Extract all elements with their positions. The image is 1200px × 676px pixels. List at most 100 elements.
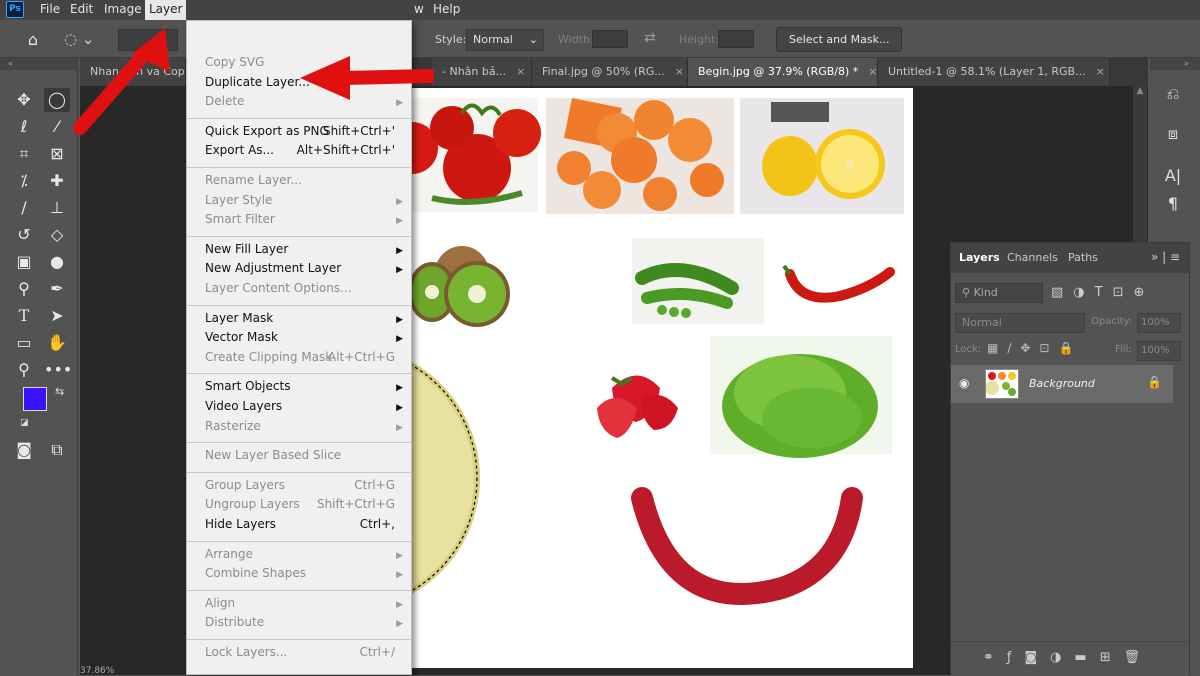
- select-and-mask-button[interactable]: Select and Mask...: [776, 27, 903, 52]
- menu-item-smart-filter[interactable]: Smart Filter ▶: [205, 212, 405, 230]
- menu-window-partial[interactable]: w: [414, 2, 424, 16]
- menu-item-group-layers[interactable]: Group Layers Ctrl+G: [205, 478, 405, 496]
- paragraph-icon[interactable]: ¶: [1156, 190, 1190, 218]
- menu-item-export-as[interactable]: Export As... Alt+Shift+Ctrl+': [205, 143, 405, 161]
- style-label: Style:: [435, 33, 467, 46]
- menu-item-new-layer-based-slice[interactable]: New Layer Based Slice: [205, 448, 405, 466]
- annotation-arrow-duplicate: [300, 56, 434, 100]
- visibility-eye-icon[interactable]: ◉: [959, 376, 969, 390]
- tab-begin[interactable]: Begin.jpg @ 37.9% (RGB/8) * ×: [688, 58, 878, 86]
- menu-item-combine-shapes[interactable]: Combine Shapes ▶: [205, 566, 405, 584]
- menu-image[interactable]: Image: [104, 2, 142, 16]
- fill-input[interactable]: 100%: [1137, 341, 1181, 361]
- menu-separator: [187, 304, 411, 306]
- lock-icons[interactable]: ▦∕✥⊡🔒: [987, 341, 1082, 355]
- menu-item-label: New Adjustment Layer: [205, 261, 342, 276]
- menu-item-align[interactable]: Align ▶: [205, 596, 405, 614]
- height-input[interactable]: [718, 30, 754, 48]
- close-icon[interactable]: ×: [516, 65, 525, 78]
- menu-item-layer-style[interactable]: Layer Style ▶: [205, 193, 405, 211]
- character-panel-icon[interactable]: A|: [1156, 162, 1190, 190]
- tab-channels[interactable]: Channels: [1007, 251, 1058, 264]
- collapse-icon[interactable]: «: [0, 58, 77, 70]
- swap-colors-icon[interactable]: ⇆: [55, 385, 64, 398]
- rectangle-icon[interactable]: ▭: [11, 331, 37, 355]
- layer-row-background[interactable]: ◉ Background 🔒: [951, 365, 1173, 403]
- zoom-icon[interactable]: ⚲: [11, 358, 37, 382]
- history-brush-icon[interactable]: ↺: [11, 223, 37, 247]
- layer-action-icons[interactable]: ⚭ƒ◙◑▬⊞🗑: [983, 650, 1153, 665]
- dodge-icon[interactable]: ⚲: [11, 277, 37, 301]
- healing-brush-icon[interactable]: ✚: [44, 169, 70, 193]
- menu-item-label: Layer Mask: [205, 310, 274, 325]
- opacity-input[interactable]: 100%: [1137, 313, 1181, 333]
- tab-final[interactable]: Final.jpg @ 50% (RG... ×: [532, 58, 688, 86]
- menu-file[interactable]: File: [40, 2, 60, 16]
- magic-wand-icon[interactable]: ⁄: [44, 115, 70, 139]
- tab-paths[interactable]: Paths: [1068, 251, 1098, 264]
- menu-item-label: Smart Filter: [205, 212, 275, 227]
- path-selection-icon[interactable]: ➤: [44, 304, 70, 328]
- gradient-icon[interactable]: ▣: [11, 250, 37, 274]
- menu-help[interactable]: Help: [433, 2, 460, 16]
- menu-item-ungroup-layers[interactable]: Ungroup Layers Shift+Ctrl+G: [205, 497, 405, 515]
- submenu-arrow-icon: ▶: [396, 570, 403, 581]
- foreground-color-swatch[interactable]: [23, 387, 47, 411]
- default-colors-icon[interactable]: ◪: [20, 418, 29, 428]
- pen-icon[interactable]: ✒: [44, 277, 70, 301]
- filter-icons[interactable]: ▧◑T⊡⊕: [1051, 285, 1154, 300]
- close-icon[interactable]: ×: [675, 65, 684, 78]
- tab-untitled[interactable]: Untitled-1 @ 58.1% (Layer 1, RGB... ×: [878, 58, 1110, 86]
- more-tools-icon[interactable]: •••: [44, 358, 72, 382]
- menu-item-create-clipping-mask[interactable]: Create Clipping Mask Alt+Ctrl+G: [205, 350, 405, 368]
- menu-item-arrange[interactable]: Arrange ▶: [205, 547, 405, 565]
- libraries-icon[interactable]: ⧈: [1156, 120, 1190, 148]
- history-panel-icon[interactable]: ⎌: [1156, 80, 1190, 108]
- menu-item-rasterize[interactable]: Rasterize ▶: [205, 419, 405, 437]
- menu-item-rename-layer[interactable]: Rename Layer...: [205, 173, 405, 191]
- eyedropper-icon[interactable]: ⁒: [11, 169, 37, 193]
- blur-icon[interactable]: ●: [44, 250, 70, 274]
- type-icon[interactable]: T: [11, 304, 37, 328]
- elliptical-marquee-icon[interactable]: ◯: [44, 88, 70, 112]
- blend-mode-select[interactable]: Normal: [955, 313, 1085, 333]
- menu-separator: [187, 167, 411, 168]
- move-tool-icon[interactable]: ✥: [11, 88, 37, 112]
- width-input[interactable]: [592, 30, 628, 48]
- quick-mask-icon[interactable]: ◙: [11, 438, 37, 462]
- menu-item-vector-mask[interactable]: Vector Mask ▶: [205, 330, 405, 348]
- lasso-icon[interactable]: ℓ: [11, 115, 37, 139]
- hand-icon[interactable]: ✋: [44, 331, 70, 355]
- filter-kind-select[interactable]: ⚲ Kind: [955, 283, 1043, 303]
- screen-mode-icon[interactable]: ⧉: [44, 438, 70, 462]
- close-icon[interactable]: ×: [868, 65, 877, 78]
- tab-layers[interactable]: Layers: [959, 251, 1000, 264]
- menu-item-shortcut: Ctrl+,: [359, 517, 395, 531]
- close-icon[interactable]: ×: [1096, 65, 1105, 78]
- style-select[interactable]: Normal ⌄: [466, 29, 544, 51]
- menu-item-distribute[interactable]: Distribute ▶: [205, 615, 405, 633]
- menu-item-layer-mask[interactable]: Layer Mask ▶: [205, 311, 405, 329]
- menu-item-smart-objects[interactable]: Smart Objects ▶: [205, 379, 405, 397]
- home-icon[interactable]: ⌂: [22, 30, 44, 50]
- menu-item-shortcut: Alt+Ctrl+G: [327, 349, 395, 364]
- menu-item-hide-layers[interactable]: Hide Layers Ctrl+,: [205, 517, 405, 535]
- eraser-icon[interactable]: ◇: [44, 223, 70, 247]
- swap-icon[interactable]: ⇄: [644, 30, 656, 46]
- menu-edit[interactable]: Edit: [70, 2, 93, 16]
- menu-item-new-fill-layer[interactable]: New Fill Layer ▶: [205, 242, 405, 260]
- menu-item-lock-layers[interactable]: Lock Layers... Ctrl+/: [205, 645, 405, 663]
- frame-icon[interactable]: ⊠: [44, 142, 70, 166]
- lock-icon: 🔒: [1147, 375, 1162, 389]
- collapse-icon[interactable]: »: [1150, 58, 1200, 70]
- menu-item-new-adjustment-layer[interactable]: New Adjustment Layer ▶: [205, 261, 405, 279]
- brush-icon[interactable]: ∕: [11, 196, 37, 220]
- panel-menu-icon[interactable]: » | ≡: [1151, 250, 1180, 264]
- stamp-icon[interactable]: ⊥: [44, 196, 70, 220]
- tab-nhan-ba[interactable]: - Nhân bả... ×: [432, 58, 532, 86]
- menu-item-quick-export-as-png[interactable]: Quick Export as PNG Shift+Ctrl+': [205, 124, 405, 142]
- menu-layer[interactable]: Layer: [145, 0, 187, 20]
- menu-item-video-layers[interactable]: Video Layers ▶: [205, 399, 405, 417]
- menu-item-layer-content-options[interactable]: Layer Content Options...: [205, 281, 405, 299]
- crop-icon[interactable]: ⌗: [11, 142, 37, 166]
